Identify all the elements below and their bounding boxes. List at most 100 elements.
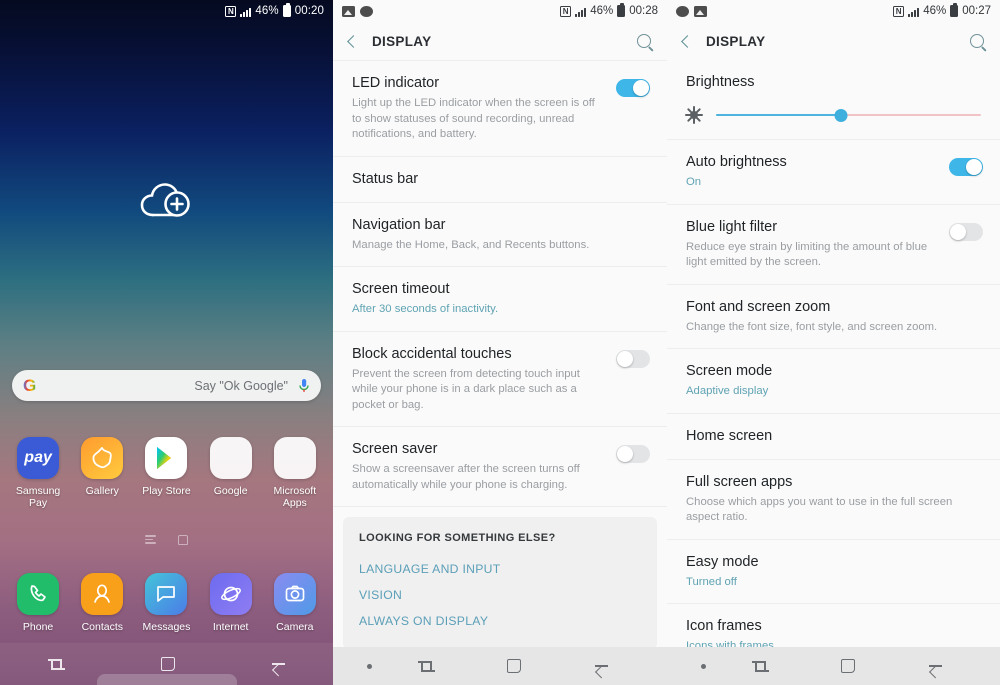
app-bar: DISPLAY [333, 22, 667, 60]
row-subtitle: Light up the LED indicator when the scre… [352, 97, 595, 140]
home-icon[interactable] [840, 659, 855, 673]
brightness-slider[interactable] [716, 107, 981, 123]
row-title: Easy mode [686, 553, 759, 570]
google-folder-icon [209, 437, 252, 479]
display-settings-panel-2: 46% 00:27 DISPLAY Brightness [667, 0, 1000, 685]
app-internet[interactable]: Internet [203, 573, 259, 633]
back-icon[interactable] [928, 659, 942, 673]
search-icon[interactable] [637, 34, 651, 48]
auto-brightness-toggle[interactable] [949, 158, 983, 176]
home-icon[interactable] [161, 657, 175, 671]
capsule-icon [360, 5, 373, 17]
home-icon[interactable] [506, 659, 521, 673]
link-always-on-display[interactable]: ALWAYS ON DISPLAY [359, 608, 641, 634]
row-subtitle: Reduce eye strain by limiting the amount… [686, 240, 928, 269]
navigation-bar [0, 643, 333, 685]
setting-row-led-indicator[interactable]: LED indicator Light up the LED indicator… [333, 60, 667, 157]
search-icon[interactable] [970, 34, 984, 48]
back-chevron-icon[interactable] [681, 34, 694, 48]
home-pill-indicator[interactable] [96, 674, 237, 685]
setting-row-home-screen[interactable]: Home screen [667, 413, 1000, 460]
row-title: Navigation bar [352, 216, 446, 233]
row-control [949, 153, 983, 176]
row-title: Screen mode [686, 363, 773, 379]
link-language-and-input[interactable]: LANGUAGE AND INPUT [359, 556, 641, 582]
setting-row-block-accidental-touches[interactable]: Block accidental touches Prevent the scr… [333, 331, 667, 427]
battery-percent-label: 46% [923, 5, 947, 17]
recents-icon[interactable] [752, 659, 769, 673]
add-cloud-widget[interactable] [0, 182, 333, 222]
app-label: Samsung Pay [15, 485, 61, 509]
row-title: Blue light filter [686, 218, 778, 235]
settings-list: Auto brightness On Blue light filter Red… [667, 140, 1000, 669]
recents-icon[interactable] [418, 659, 436, 673]
page-indicators [0, 535, 333, 545]
signal-bars-icon [575, 6, 587, 17]
blue-light-filter-toggle[interactable] [949, 222, 983, 241]
home-page-icon[interactable] [178, 535, 188, 545]
brightness-slider-row [685, 106, 981, 124]
apps-page-icon[interactable] [145, 535, 156, 544]
dot-icon[interactable] [366, 663, 372, 669]
google-search-bar[interactable]: G Say "Ok Google" [12, 370, 321, 401]
page-title: DISPLAY [372, 33, 432, 49]
slider-thumb[interactable] [834, 108, 848, 122]
app-contacts[interactable]: Contacts [74, 573, 130, 633]
nav-dot-slot [689, 663, 717, 669]
microphone-icon[interactable] [298, 378, 310, 394]
app-label: Play Store [142, 485, 191, 497]
battery-icon [617, 3, 626, 17]
row-subtitle: Show a screensaver after the screen turn… [352, 463, 580, 491]
setting-row-screen-saver[interactable]: Screen saver Show a screensaver after th… [333, 427, 667, 507]
app-play-store[interactable]: Play Store [138, 437, 194, 509]
row-subtitle: Prevent the screen from detecting touch … [352, 367, 580, 411]
row-subtitle: Turned off [686, 575, 737, 588]
brightness-section: Brightness [667, 60, 1000, 140]
app-messages[interactable]: Messages [138, 573, 194, 633]
google-g-logo: G [23, 376, 37, 395]
row-text: LED indicator Light up the LED indicator… [352, 74, 616, 143]
app-phone[interactable]: Phone [10, 573, 66, 633]
row-title: Icon frames [686, 618, 762, 634]
link-vision[interactable]: VISION [359, 582, 641, 608]
setting-row-auto-brightness[interactable]: Auto brightness On [667, 140, 1000, 205]
setting-row-screen-timeout[interactable]: Screen timeout After 30 seconds of inact… [333, 267, 667, 332]
app-bar: DISPLAY [667, 22, 1000, 60]
signal-bars-icon [908, 6, 920, 17]
screenshot-icon [342, 5, 355, 17]
setting-row-easy-mode[interactable]: Easy mode Turned off [667, 539, 1000, 604]
status-bar: 46% 00:20 [0, 0, 333, 22]
signal-bars-icon [240, 6, 252, 17]
setting-row-status-bar[interactable]: Status bar [333, 156, 667, 203]
setting-row-navigation-bar[interactable]: Navigation bar Manage the Home, Back, an… [333, 202, 667, 267]
recents-icon[interactable] [48, 657, 65, 671]
brightness-sun-icon [685, 106, 703, 124]
block-accidental-touches-toggle[interactable] [616, 349, 650, 368]
app-samsung-pay[interactable]: pay Samsung Pay [10, 437, 66, 509]
setting-row-font-and-screen-zoom[interactable]: Font and screen zoom Change the font siz… [667, 284, 1000, 349]
app-gallery[interactable]: Gallery [74, 437, 130, 509]
status-bar: 46% 00:28 [333, 0, 667, 22]
phone-icon [17, 573, 60, 615]
back-chevron-icon[interactable] [347, 34, 360, 48]
row-text: Screen mode Adaptive display [686, 362, 983, 400]
nfc-icon [893, 5, 905, 17]
app-camera[interactable]: Camera [267, 573, 323, 633]
app-dock: Phone Contacts Messages Internet Camera [0, 573, 333, 633]
microsoft-apps-folder-icon [273, 437, 316, 479]
dot-icon[interactable] [700, 663, 706, 669]
setting-row-full-screen-apps[interactable]: Full screen apps Choose which apps you w… [667, 459, 1000, 540]
app-microsoft-folder[interactable]: Microsoft Apps [267, 437, 323, 509]
screen-saver-toggle[interactable] [616, 445, 650, 463]
back-icon[interactable] [594, 659, 609, 673]
back-icon[interactable] [271, 657, 285, 671]
card-heading: LOOKING FOR SOMETHING ELSE? [359, 532, 556, 544]
row-text: Block accidental touches Prevent the scr… [352, 345, 616, 414]
row-text: Font and screen zoom Change the font siz… [686, 298, 983, 336]
app-label: Contacts [81, 621, 123, 633]
setting-row-blue-light-filter[interactable]: Blue light filter Reduce eye strain by l… [667, 204, 1000, 285]
led-indicator-toggle[interactable] [616, 79, 650, 97]
app-google-folder[interactable]: Google [203, 437, 259, 509]
clock-label: 00:20 [294, 5, 324, 17]
setting-row-screen-mode[interactable]: Screen mode Adaptive display [667, 349, 1000, 414]
